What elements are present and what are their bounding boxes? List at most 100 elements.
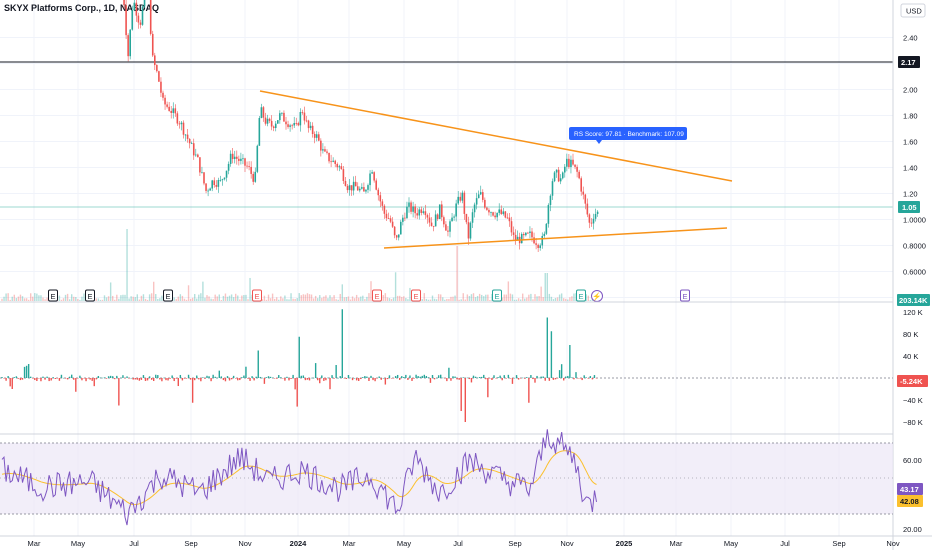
delta-bar bbox=[567, 375, 569, 378]
volume-bar bbox=[325, 295, 327, 301]
earnings-marker-label: E bbox=[682, 292, 687, 301]
candle-body bbox=[426, 215, 429, 218]
delta-bar bbox=[341, 309, 343, 378]
delta-bar bbox=[175, 378, 177, 379]
candle-body bbox=[166, 104, 168, 107]
earnings-marker[interactable]: E bbox=[252, 289, 262, 302]
volume-bar bbox=[587, 295, 589, 301]
earnings-marker[interactable]: E bbox=[576, 289, 586, 302]
earnings-marker[interactable]: E bbox=[492, 289, 502, 302]
volume-bar bbox=[481, 294, 483, 301]
delta-bar bbox=[97, 375, 100, 378]
delta-bar bbox=[179, 374, 182, 378]
rsi-tick-label: 60.00 bbox=[903, 456, 922, 465]
candle-body bbox=[229, 153, 232, 164]
volume-bar bbox=[64, 294, 67, 301]
earnings-marker[interactable]: E bbox=[680, 289, 690, 302]
delta-bar bbox=[222, 378, 225, 381]
volume-bar bbox=[310, 294, 313, 301]
candle-body bbox=[566, 158, 568, 167]
delta-bar bbox=[540, 376, 542, 378]
earnings-marker[interactable]: E bbox=[372, 289, 382, 302]
volume-bar bbox=[544, 273, 546, 301]
volume-bar bbox=[370, 281, 372, 301]
volume-bar bbox=[458, 299, 460, 301]
candle-body bbox=[531, 231, 533, 238]
earnings-marker[interactable]: E bbox=[85, 289, 95, 302]
earnings-marker[interactable]: ⚡ bbox=[591, 290, 603, 302]
delta-bar bbox=[155, 374, 157, 378]
candle-body bbox=[416, 213, 418, 216]
volume-bar bbox=[335, 299, 337, 301]
earnings-marker[interactable]: E bbox=[48, 289, 58, 302]
volume-bar bbox=[560, 293, 563, 301]
price-axis[interactable]: 2.402.202.001.801.601.401.201.00000.8000… bbox=[903, 34, 926, 303]
volume-delta-axis[interactable]: 120 K 80 K 40 K −40 K −80 K bbox=[903, 308, 923, 427]
delta-bar bbox=[587, 378, 589, 379]
currency-button[interactable]: USD bbox=[900, 3, 926, 18]
volume-bar bbox=[421, 299, 423, 301]
candle-body bbox=[186, 134, 189, 139]
candle-body bbox=[588, 214, 591, 223]
volume-bar bbox=[546, 273, 548, 301]
volume-bar bbox=[159, 298, 161, 301]
candle-body bbox=[356, 186, 359, 191]
earnings-marker-label: E bbox=[374, 292, 379, 301]
volume-bar bbox=[66, 293, 69, 301]
volume-delta-tick-label: −80 K bbox=[903, 418, 923, 427]
delta-bar bbox=[278, 375, 280, 378]
volume-delta-tick-label: 80 K bbox=[903, 330, 918, 339]
volume-bar bbox=[134, 297, 136, 301]
earnings-marker[interactable]: E bbox=[411, 289, 421, 302]
volume-bar bbox=[349, 299, 352, 301]
volume-bar bbox=[476, 295, 479, 301]
delta-badge: -5.24K bbox=[897, 375, 928, 387]
delta-bar bbox=[153, 378, 155, 382]
candle-body bbox=[297, 123, 300, 126]
earnings-marker[interactable]: E bbox=[163, 289, 173, 302]
volume-bar bbox=[278, 299, 280, 301]
candle-body bbox=[430, 222, 433, 226]
candle-body bbox=[274, 123, 277, 129]
delta-bar bbox=[372, 378, 374, 381]
delta-bar bbox=[284, 378, 286, 381]
delta-bar bbox=[522, 377, 524, 379]
chart-canvas[interactable]: SKYX Platforms Corp., 1D, NASDAQ RS Scor… bbox=[0, 0, 932, 550]
delta-bar bbox=[481, 376, 483, 378]
delta-bar bbox=[34, 378, 36, 381]
delta-bar bbox=[124, 378, 126, 379]
candle-body bbox=[215, 185, 218, 187]
volume-bar bbox=[401, 296, 403, 301]
delta-bar bbox=[456, 378, 458, 380]
rsi-badge: 43.17 bbox=[897, 483, 923, 495]
candle-body bbox=[149, 0, 152, 34]
delta-bar bbox=[187, 374, 190, 378]
candle-body bbox=[211, 180, 213, 189]
delta-bar bbox=[25, 365, 28, 378]
delta-badge-text: -5.24K bbox=[900, 377, 923, 386]
candle-body bbox=[332, 160, 334, 162]
delta-bar bbox=[425, 375, 428, 378]
delta-bar bbox=[331, 375, 333, 378]
candle-body bbox=[559, 178, 562, 182]
volume-bar bbox=[405, 298, 407, 301]
delta-bar bbox=[501, 378, 503, 381]
volume-bar bbox=[536, 296, 538, 301]
volume-bar bbox=[448, 298, 450, 301]
candle-body bbox=[309, 125, 312, 129]
delta-bar bbox=[366, 376, 368, 378]
delta-bar bbox=[534, 378, 536, 383]
volume-bar bbox=[442, 297, 444, 301]
delta-bar bbox=[319, 378, 321, 384]
candle-body bbox=[258, 118, 261, 146]
candle-body bbox=[156, 65, 158, 72]
time-axis[interactable]: Mar May Jul Sep Nov 2024 Mar May Jul Sep Nov 2025 Ma… bbox=[28, 539, 900, 548]
delta-bar bbox=[517, 378, 520, 380]
delta-bar bbox=[13, 377, 15, 378]
volume-bar bbox=[271, 293, 274, 301]
candle-body bbox=[363, 187, 365, 192]
candle-body bbox=[477, 194, 480, 199]
candle-body bbox=[576, 166, 578, 172]
delta-bar bbox=[239, 378, 241, 381]
delta-bar bbox=[99, 377, 102, 379]
